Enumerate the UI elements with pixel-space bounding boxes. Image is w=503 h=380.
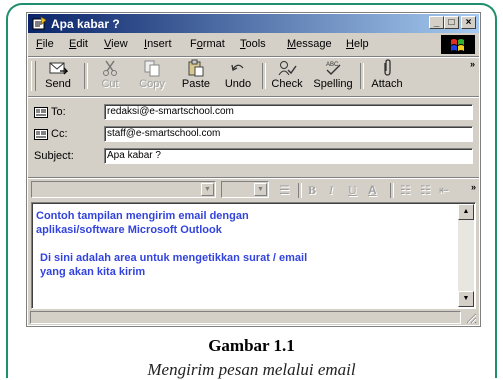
cut-button[interactable]: Cut <box>88 59 132 93</box>
body-line: yang akan kita kirim <box>40 266 146 278</box>
close-button[interactable]: × <box>461 16 476 29</box>
compose-message-icon <box>32 16 47 30</box>
cc-row: Cc: staff@e-smartschool.com <box>34 126 473 143</box>
cc-field[interactable]: staff@e-smartschool.com <box>104 126 473 142</box>
numbered-list-icon[interactable]: ☷ <box>400 183 411 197</box>
windows-logo-icon <box>441 35 475 54</box>
format-overflow-chevron[interactable]: » <box>471 182 476 192</box>
font-color-button[interactable]: A <box>368 183 377 197</box>
scissors-icon <box>103 60 117 76</box>
toolbar-separator <box>298 183 302 198</box>
maximize-button[interactable]: □ <box>444 16 459 29</box>
copy-button[interactable]: Copy <box>130 59 174 93</box>
body-line: Di sini adalah area untuk mengetikkan su… <box>40 252 308 264</box>
toolbar-separator <box>390 183 394 198</box>
send-label: Send <box>45 78 71 90</box>
to-field[interactable]: redaksi@e-smartschool.com <box>104 104 473 120</box>
cut-label: Cut <box>101 78 119 90</box>
attach-button[interactable]: Attach <box>365 59 409 93</box>
address-book-icon <box>34 106 48 118</box>
toolbar-separator <box>360 63 364 89</box>
standard-toolbar: Send Cut Copy Paste Undo Check ABC Spell… <box>28 56 479 95</box>
menu-file[interactable]: File <box>36 38 54 50</box>
toolbar-overflow-chevron[interactable]: » <box>470 59 475 69</box>
menu-view[interactable]: View <box>104 38 128 50</box>
message-header: To: redaksi@e-smartschool.com Cc: staff@… <box>28 96 479 175</box>
to-row: To: redaksi@e-smartschool.com <box>34 104 473 121</box>
menu-tools[interactable]: Tools <box>240 38 266 50</box>
status-bar <box>28 309 479 325</box>
caption-title: Gambar 1.1 <box>208 336 295 355</box>
bold-button[interactable]: B <box>308 183 316 198</box>
check-names-button[interactable]: Check <box>265 59 309 93</box>
scroll-down-button[interactable]: ▼ <box>458 291 474 307</box>
undo-icon <box>231 64 244 71</box>
check-label: Check <box>271 78 303 90</box>
subject-label: Subject: <box>34 150 74 162</box>
copy-label: Copy <box>139 78 165 90</box>
decrease-indent-icon[interactable]: ⇤ <box>439 183 449 197</box>
spelling-icon: ABC <box>326 62 341 75</box>
check-names-icon <box>278 61 297 76</box>
font-name-select[interactable]: ▼ <box>31 181 216 198</box>
underline-button[interactable]: U <box>348 183 357 198</box>
spelling-label: Spelling <box>313 78 353 90</box>
paste-button[interactable]: Paste <box>174 59 218 93</box>
compose-window: Apa kabar ? _ □ × File Edit View Insert … <box>26 12 481 327</box>
vertical-scrollbar[interactable]: ▲ ▼ <box>458 204 474 307</box>
undo-label: Undo <box>224 78 252 90</box>
subject-row: Subject: Apa kabar ? <box>34 148 473 165</box>
paperclip-icon <box>384 59 391 76</box>
body-line: aplikasi/software Microsoft Outlook <box>36 224 222 236</box>
window-title: Apa kabar ? <box>51 17 120 31</box>
font-size-select[interactable]: ▼ <box>221 181 269 198</box>
menu-edit[interactable]: Edit <box>69 38 88 50</box>
figure-caption: Gambar 1.1 Mengirim pesan melalui email <box>0 336 503 380</box>
menu-insert[interactable]: Insert <box>144 38 172 50</box>
to-label-button[interactable]: To: <box>34 106 66 118</box>
menu-bar: File Edit View Insert Format Tools Messa… <box>28 34 479 54</box>
scroll-up-button[interactable]: ▲ <box>458 204 474 220</box>
cc-label-button[interactable]: Cc: <box>34 128 68 140</box>
paste-label: Paste <box>181 78 211 90</box>
formatting-toolbar: ▼ ▼ ☰ B I U A ☷ ☷ ⇤ » <box>28 177 479 201</box>
body-line: Contoh tampilan mengirim email dengan <box>36 210 249 222</box>
spelling-button[interactable]: ABC Spelling <box>309 59 357 93</box>
menu-help[interactable]: Help <box>346 38 369 50</box>
to-label: To: <box>51 106 66 118</box>
chevron-down-icon[interactable]: ▼ <box>201 183 214 196</box>
send-icon <box>49 62 68 75</box>
message-body-text[interactable]: Contoh tampilan mengirim email dengan ap… <box>36 209 455 279</box>
minimize-button[interactable]: _ <box>429 16 444 29</box>
resize-grip-icon[interactable] <box>465 312 477 324</box>
chevron-down-icon[interactable]: ▼ <box>254 183 267 196</box>
message-body-editor[interactable]: Contoh tampilan mengirim email dengan ap… <box>31 202 476 309</box>
undo-button[interactable]: Undo <box>216 59 260 93</box>
paste-icon <box>188 59 204 77</box>
bulleted-list-icon[interactable]: ☷ <box>420 183 431 197</box>
send-button[interactable]: Send <box>36 59 80 93</box>
caption-subtitle: Mengirim pesan melalui email <box>147 360 356 379</box>
address-book-icon <box>34 128 48 140</box>
attach-label: Attach <box>371 78 403 90</box>
status-pane <box>30 311 461 324</box>
menu-format[interactable]: Format <box>190 38 225 50</box>
menu-message[interactable]: Message <box>287 38 332 50</box>
title-bar[interactable]: Apa kabar ? _ □ × <box>28 14 479 33</box>
copy-icon <box>144 60 160 77</box>
paragraph-style-icon[interactable]: ☰ <box>279 183 290 197</box>
italic-button[interactable]: I <box>329 183 333 198</box>
subject-field[interactable]: Apa kabar ? <box>104 148 473 164</box>
cc-label: Cc: <box>51 128 68 140</box>
